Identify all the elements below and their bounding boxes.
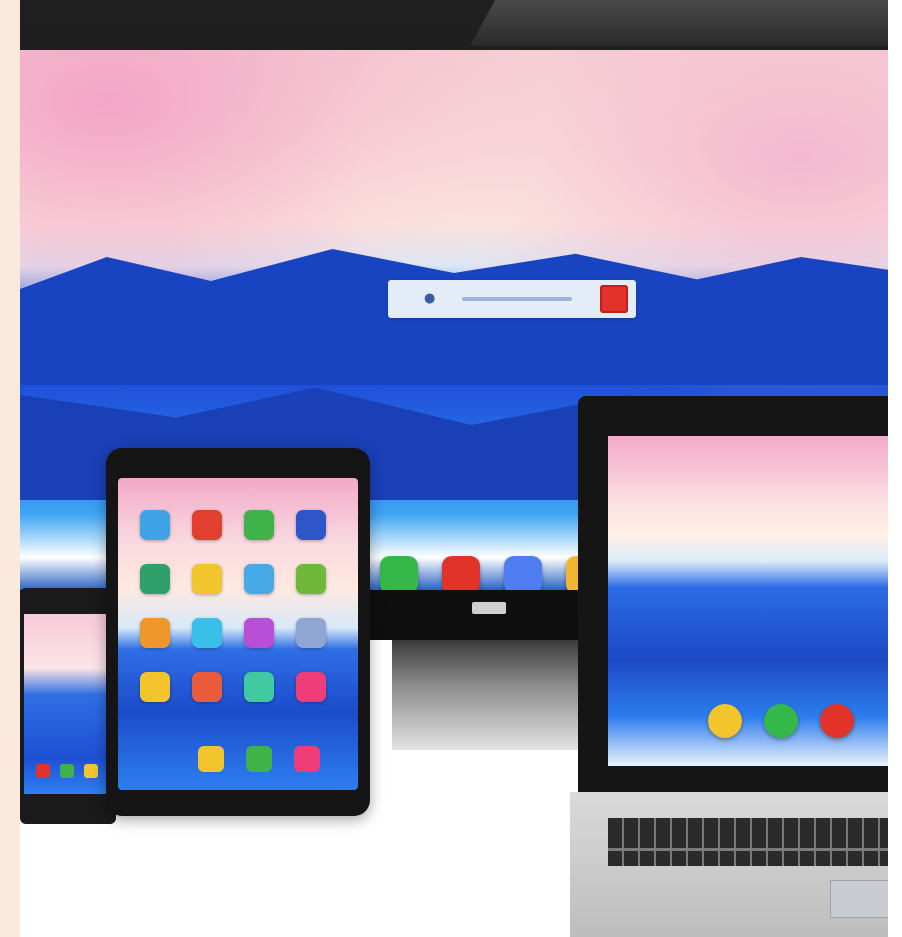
tablet-app-icon-16[interactable] <box>296 672 326 702</box>
right-border-strip <box>888 0 902 937</box>
laptop-app-icon-2[interactable] <box>764 704 798 738</box>
laptop-screen <box>608 436 888 766</box>
tablet-app-icon-2[interactable] <box>192 510 222 540</box>
monitor-app-icon-3[interactable] <box>504 556 542 590</box>
tablet-app-icon-15[interactable] <box>244 672 274 702</box>
search-widget[interactable]: ● <box>388 280 636 318</box>
laptop-base <box>570 792 890 937</box>
search-icon: ● <box>424 291 436 306</box>
tablet-app-grid <box>140 510 326 702</box>
laptop-touchpad <box>830 880 890 918</box>
tablet-app-icon-6[interactable] <box>192 564 222 594</box>
laptop-app-icon-3[interactable] <box>820 704 854 738</box>
tablet-app-icon-13[interactable] <box>140 672 170 702</box>
phone-app-icon-1[interactable] <box>36 764 50 778</box>
monitor-app-icon-1[interactable] <box>380 556 418 590</box>
tablet-app-icon-14[interactable] <box>192 672 222 702</box>
monitor-logo <box>472 602 506 614</box>
phone-app-icon-3[interactable] <box>84 764 98 778</box>
tablet-app-icon-12[interactable] <box>296 618 326 648</box>
smartphone <box>20 588 122 824</box>
tablet-app-icon-10[interactable] <box>192 618 222 648</box>
phone-app-icon-2[interactable] <box>60 764 74 778</box>
tablet-screen <box>118 478 358 790</box>
monitor-top-reflection <box>470 0 888 46</box>
monitor-app-icon-2[interactable] <box>442 556 480 590</box>
left-border-strip <box>0 0 20 937</box>
laptop-dock <box>708 704 854 738</box>
monitor-stand <box>392 640 588 750</box>
tablet <box>106 448 370 816</box>
keyboard-divider <box>608 848 888 851</box>
tablet-app-icon-11[interactable] <box>244 618 274 648</box>
tablet-app-icon-1[interactable] <box>140 510 170 540</box>
tablet-app-icon-7[interactable] <box>244 564 274 594</box>
tablet-dock <box>198 746 320 772</box>
tablet-app-icon-8[interactable] <box>296 564 326 594</box>
smartphone-screen <box>24 614 122 794</box>
laptop-keyboard <box>608 818 888 866</box>
search-go-button[interactable] <box>600 285 628 313</box>
laptop-app-icon-1[interactable] <box>708 704 742 738</box>
tablet-dock-icon-1[interactable] <box>198 746 224 772</box>
search-input[interactable] <box>462 297 572 301</box>
tablet-app-icon-5[interactable] <box>140 564 170 594</box>
tablet-dock-icon-3[interactable] <box>294 746 320 772</box>
tablet-app-icon-4[interactable] <box>296 510 326 540</box>
tablet-app-icon-3[interactable] <box>244 510 274 540</box>
laptop-lid <box>578 396 888 792</box>
tablet-dock-icon-2[interactable] <box>246 746 272 772</box>
tablet-app-icon-9[interactable] <box>140 618 170 648</box>
